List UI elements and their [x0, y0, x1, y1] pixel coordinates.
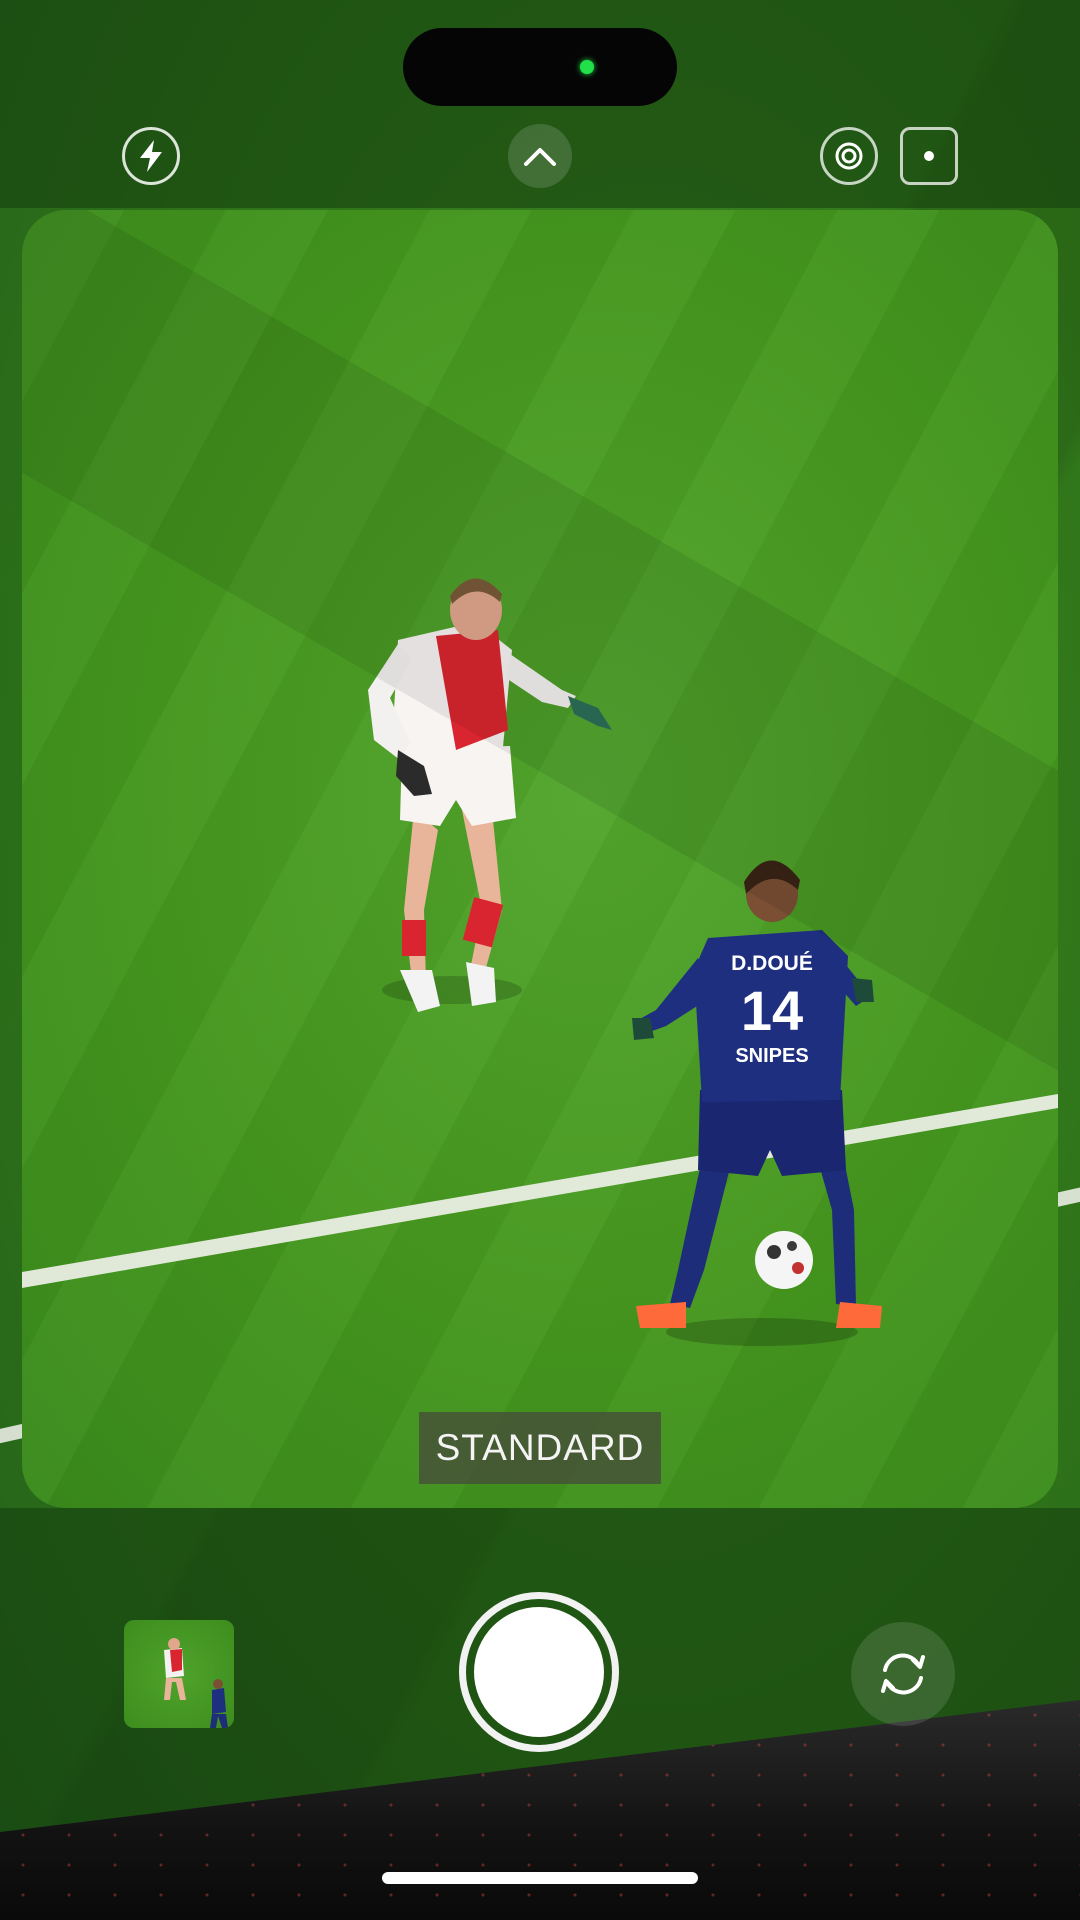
last-photo-thumbnail[interactable] [124, 1620, 234, 1728]
flash-button[interactable] [122, 127, 180, 185]
flash-icon [136, 139, 166, 173]
dynamic-island [403, 28, 677, 106]
football [755, 1231, 813, 1289]
camera-viewfinder[interactable]: D.DOUÉ 14 SNIPES [22, 210, 1058, 1508]
shutter-button[interactable] [474, 1607, 604, 1737]
grid-focus-icon [922, 149, 936, 163]
live-photo-icon [832, 139, 866, 173]
player-name-text: D.DOUÉ [731, 952, 813, 975]
camera-in-use-indicator [580, 60, 594, 74]
player-number-text: 14 [741, 979, 803, 1042]
camera-screen: D.DOUÉ 14 SNIPES STANDARD [0, 0, 1080, 1920]
camera-mode-label[interactable]: STANDARD [419, 1412, 661, 1484]
switch-camera-button[interactable] [851, 1622, 955, 1726]
switch-camera-icon [873, 1644, 933, 1704]
expand-controls-button[interactable] [508, 124, 572, 188]
chevron-up-icon [523, 145, 557, 167]
home-indicator[interactable] [382, 1872, 698, 1884]
live-photo-button[interactable] [820, 127, 878, 185]
touchline-segment [22, 1094, 1058, 1288]
focus-frame-button[interactable] [900, 127, 958, 185]
player-sponsor-text: SNIPES [735, 1045, 808, 1067]
